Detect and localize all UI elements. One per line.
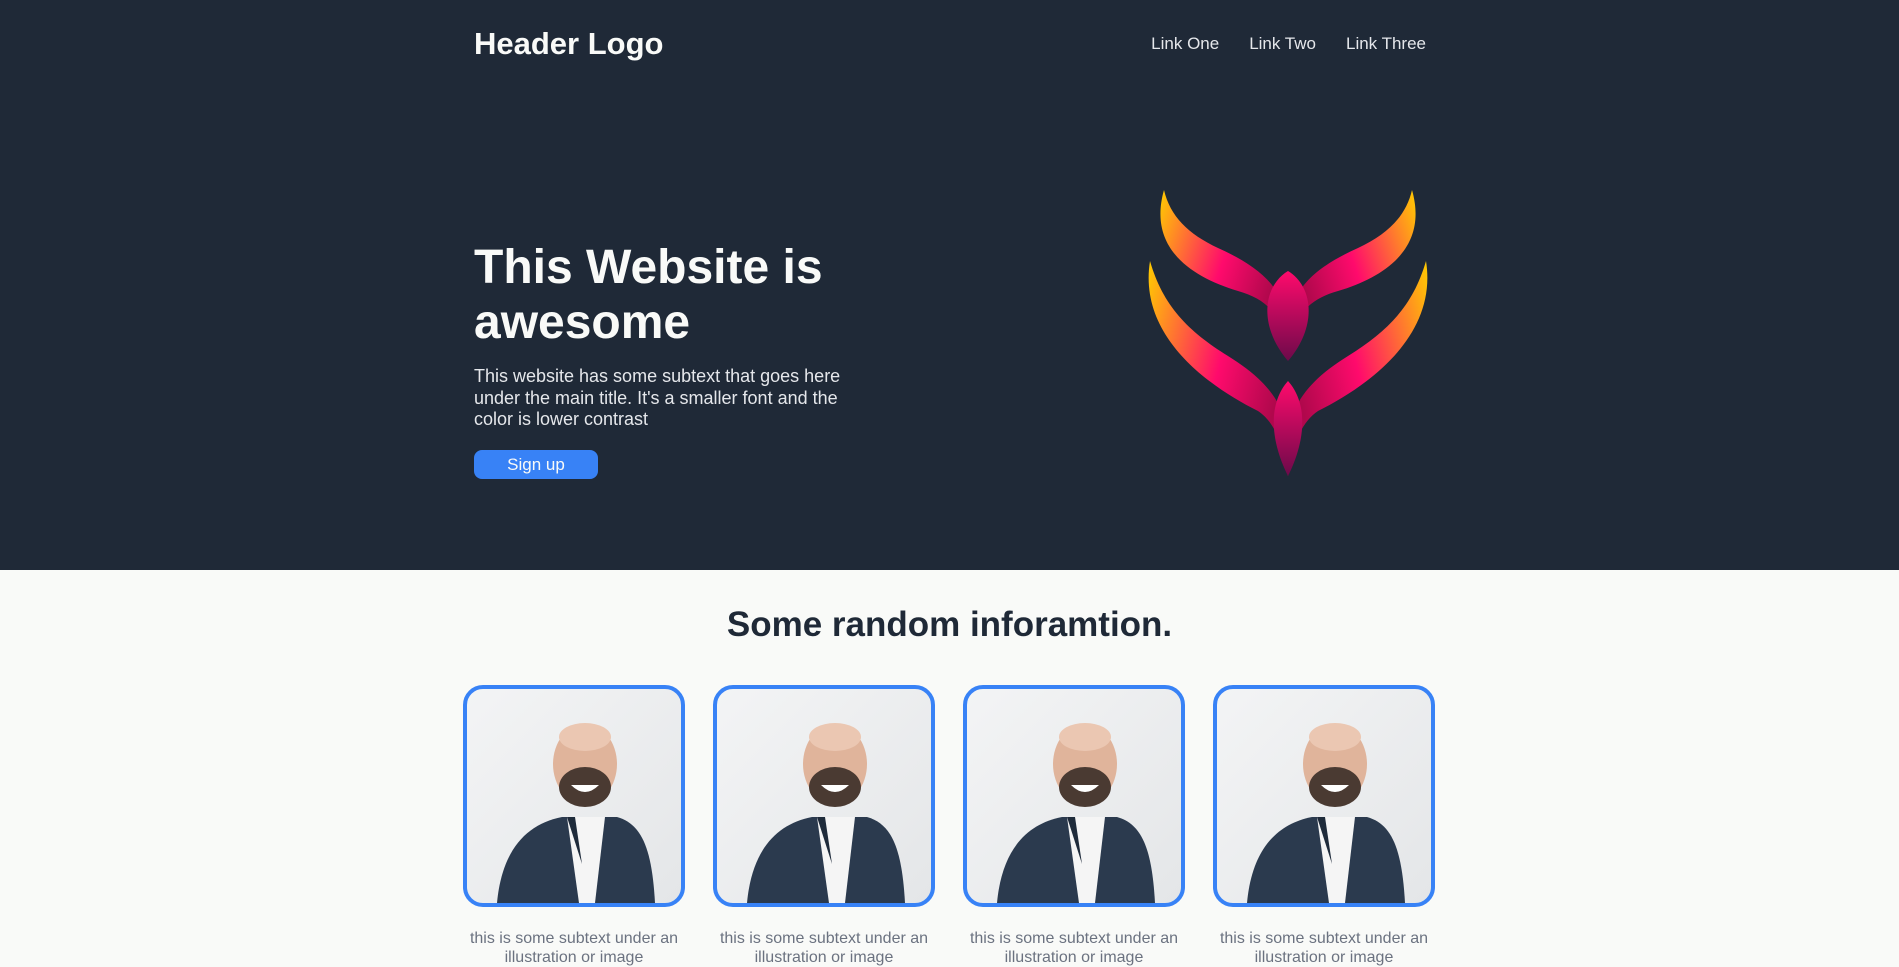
- info-title: Some random inforamtion.: [726, 605, 1173, 644]
- hero-section: Header Logo Link One Link Two Link Three…: [0, 0, 1899, 570]
- smiling-man-photo-icon: [463, 685, 685, 907]
- flame-wings-logo-icon: [1148, 190, 1428, 476]
- nav-link-three[interactable]: Link Three: [1346, 34, 1426, 54]
- smiling-man-photo-icon: [963, 685, 1185, 907]
- smiling-man-photo-icon: [1213, 685, 1435, 907]
- nav-link-two[interactable]: Link Two: [1249, 34, 1316, 54]
- nav-links: Link One Link Two Link Three: [1151, 34, 1426, 54]
- signup-button[interactable]: Sign up: [474, 450, 598, 480]
- hero-title: This Website is awesome: [474, 241, 823, 350]
- card-caption: this is some subtext under an illustrati…: [469, 930, 679, 967]
- nav-link-one[interactable]: Link One: [1151, 34, 1219, 54]
- info-card: this is some subtext under an illustrati…: [1213, 685, 1435, 967]
- header-logo[interactable]: Header Logo: [474, 26, 663, 62]
- info-card: this is some subtext under an illustrati…: [713, 685, 935, 967]
- info-cards: this is some subtext under an illustrati…: [463, 685, 1435, 967]
- card-caption: this is some subtext under an illustrati…: [969, 930, 1179, 967]
- hero-subtitle: This website has some subtext that goes …: [474, 366, 841, 429]
- header-nav: Header Logo Link One Link Two Link Three: [474, 0, 1426, 88]
- info-card: this is some subtext under an illustrati…: [463, 685, 685, 967]
- smiling-man-photo-icon: [713, 685, 935, 907]
- hero-text: This Website is awesome This website has…: [474, 240, 854, 480]
- card-caption: this is some subtext under an illustrati…: [1219, 930, 1429, 967]
- card-caption: this is some subtext under an illustrati…: [719, 930, 929, 967]
- info-card: this is some subtext under an illustrati…: [963, 685, 1185, 967]
